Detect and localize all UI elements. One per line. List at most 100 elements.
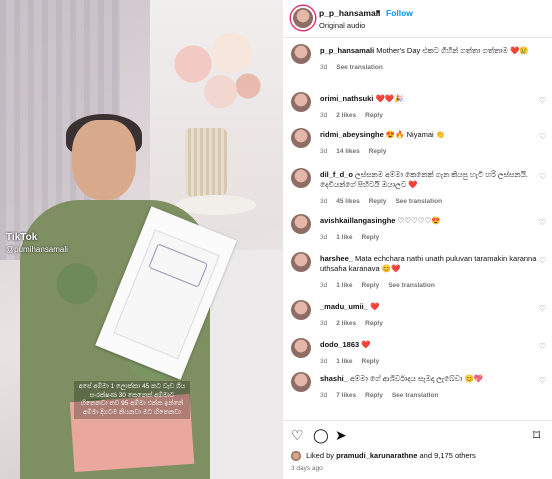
- share-icon[interactable]: ➤: [335, 428, 347, 442]
- reply-button[interactable]: Reply: [365, 320, 383, 327]
- action-bar: ♡ ◯ ➤ ⌑: [283, 420, 552, 443]
- comment-body: dodo_1863 ❤️: [320, 340, 546, 350]
- comment-text: ❤️: [361, 340, 371, 349]
- comment-like-icon[interactable]: ♡: [539, 132, 546, 141]
- liker-avatar: [291, 451, 301, 462]
- follow-button[interactable]: Follow: [386, 8, 413, 18]
- comment-likes[interactable]: 1 like: [336, 234, 352, 241]
- comment-likes[interactable]: 7 likes: [336, 392, 356, 399]
- comment-time: 3d: [320, 358, 328, 365]
- commenter-avatar[interactable]: [291, 338, 311, 358]
- comment-username[interactable]: dil_f_d_o: [320, 170, 353, 179]
- comment-meta: 3d 2 likes Reply: [320, 112, 392, 119]
- comment-meta: 3d 45 likes Reply See translation: [320, 198, 451, 205]
- reply-button[interactable]: Reply: [365, 392, 383, 399]
- comment-time: 3d: [320, 234, 328, 241]
- comment-like-icon[interactable]: ♡: [539, 304, 546, 313]
- comment-like-icon[interactable]: ♡: [539, 172, 546, 181]
- comment-username[interactable]: shashi_: [320, 374, 348, 383]
- comment-username[interactable]: p_p_hansamali: [320, 46, 374, 55]
- heart-outline-icon[interactable]: ♡: [291, 428, 304, 442]
- liked-suffix[interactable]: and 9,175 others: [420, 451, 476, 460]
- commenter-avatar[interactable]: [291, 128, 311, 148]
- comment-meta: 3d 1 like Reply: [320, 358, 388, 365]
- comment-like-icon[interactable]: ♡: [539, 256, 546, 265]
- comment-time: 3d: [320, 112, 328, 119]
- reply-button[interactable]: Reply: [369, 148, 387, 155]
- comment-like-icon[interactable]: ♡: [539, 96, 546, 105]
- commenter-avatar[interactable]: [291, 92, 311, 112]
- commenter-avatar[interactable]: [291, 44, 311, 64]
- comment-likes[interactable]: 14 likes: [336, 148, 360, 155]
- comment-time: 3d: [320, 320, 328, 327]
- author-avatar[interactable]: [291, 6, 315, 30]
- header-divider: [283, 37, 552, 38]
- comment-text: ❤️❤️🎉: [375, 94, 404, 103]
- comment-text: Mother's Day එකට ගිහින් ගත්තා ගත්තාම ❤️😢: [376, 46, 529, 55]
- commenter-avatar[interactable]: [291, 252, 311, 272]
- comment-username[interactable]: harshee_: [320, 254, 353, 263]
- comment-username[interactable]: dodo_1863: [320, 340, 359, 349]
- comment-meta: 3d 1 like Reply See translation: [320, 282, 444, 289]
- comment-likes[interactable]: 1 like: [336, 358, 352, 365]
- comment-likes[interactable]: 2 likes: [336, 112, 356, 119]
- commenter-avatar[interactable]: [291, 168, 311, 188]
- see-translation-link[interactable]: See translation: [395, 198, 442, 205]
- reply-button[interactable]: Reply: [369, 198, 387, 205]
- comment-body: ridmi_abeysinghe 😍🔥 Niyamai 👏: [320, 130, 546, 140]
- liked-by: Liked by pramudi_karunarathne and 9,175 …: [291, 451, 476, 462]
- comment-username[interactable]: _madu_umii_: [320, 302, 368, 311]
- tiktok-user: @pumihansamali: [6, 245, 68, 254]
- reply-button[interactable]: Reply: [362, 234, 380, 241]
- comment-likes[interactable]: 1 like: [336, 282, 352, 289]
- see-translation-link[interactable]: See translation: [392, 392, 439, 399]
- bookmark-icon[interactable]: ⌑: [533, 428, 540, 442]
- comment-meta: 3d See translation: [320, 64, 392, 71]
- tiktok-label: TikTok: [6, 232, 38, 243]
- liked-user[interactable]: pramudi_karunarathne: [336, 451, 417, 460]
- comment-body: dil_f_d_o ලස්සනම අම්මා කෙනෙක් ගැන කියපු …: [320, 170, 546, 190]
- comment-body: _madu_umii_ ❤️: [320, 302, 546, 312]
- comment-meta: 3d 2 likes Reply: [320, 320, 392, 327]
- author-username[interactable]: p_p_hansamali: [319, 8, 380, 18]
- comment-body: shashi_ අම්මා ගේ ආශිර්වාදය සැමදා ලැබේවා …: [320, 374, 546, 384]
- comment-like-icon[interactable]: ♡: [539, 218, 546, 227]
- commenter-avatar[interactable]: [291, 300, 311, 320]
- comment-text: ❤️: [370, 302, 380, 311]
- liked-prefix: Liked by: [306, 451, 335, 460]
- reply-button[interactable]: Reply: [362, 358, 380, 365]
- comment-like-icon[interactable]: ♡: [539, 342, 546, 351]
- comment-username[interactable]: orimi_nathsuki: [320, 94, 373, 103]
- post-header: p_p_hansamali • Follow Original audio: [283, 0, 552, 38]
- comment-likes[interactable]: 45 likes: [336, 198, 360, 205]
- comment-text: Mata echchara nathi unath puluvan tarama…: [320, 254, 537, 273]
- comment-time: 3d: [320, 64, 328, 71]
- commenter-avatar[interactable]: [291, 372, 311, 392]
- comment-like-icon[interactable]: ♡: [539, 376, 546, 385]
- comment-meta: 3d 1 like Reply: [320, 234, 388, 241]
- post-panel: p_p_hansamali • Follow Original audio p_…: [283, 0, 552, 479]
- see-translation-link[interactable]: See translation: [336, 64, 383, 71]
- reply-button[interactable]: Reply: [362, 282, 380, 289]
- see-translation-link[interactable]: See translation: [388, 282, 435, 289]
- commenter-avatar[interactable]: [291, 214, 311, 234]
- side-table: [176, 195, 256, 215]
- chair: [210, 250, 283, 479]
- comment-body: harshee_ Mata echchara nathi unath puluv…: [320, 254, 546, 274]
- comment-icon[interactable]: ◯: [313, 428, 329, 442]
- comment-username[interactable]: avishkaillangasinghe: [320, 216, 395, 225]
- separator-dot: •: [377, 7, 381, 17]
- post-media[interactable]: TikTok @pumihansamali අපේ අම්මා 1 ලොක්කා…: [0, 0, 283, 479]
- reply-button[interactable]: Reply: [365, 112, 383, 119]
- comment-meta: 3d 14 likes Reply: [320, 148, 395, 155]
- comment-text: ♡♡♡♡♡😍: [397, 216, 441, 225]
- tiktok-watermark: TikTok @pumihansamali: [6, 232, 68, 254]
- comment-time: 3d: [320, 148, 328, 155]
- comment-body: orimi_nathsuki ❤️❤️🎉: [320, 94, 546, 104]
- comment-likes[interactable]: 2 likes: [336, 320, 356, 327]
- video-caption-overlay: අපේ අම්මා 1 ලොක්කා 45 කට වැඩ ගිය සංරක්ෂණ…: [74, 381, 190, 419]
- comment-meta: 3d 7 likes Reply See translation: [320, 392, 447, 399]
- audio-link[interactable]: Original audio: [319, 21, 365, 30]
- comment-username[interactable]: ridmi_abeysinghe: [320, 130, 384, 139]
- comment-body: avishkaillangasinghe ♡♡♡♡♡😍: [320, 216, 546, 226]
